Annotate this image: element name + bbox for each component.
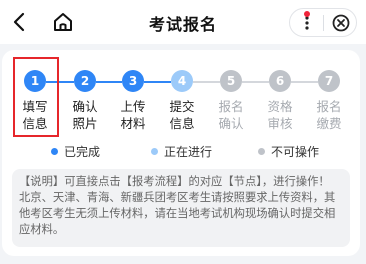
step-label-line1: 上传 bbox=[120, 99, 146, 114]
step-2[interactable]: 2 确认照片 bbox=[63, 70, 107, 132]
step-label: 资格 审核 bbox=[258, 98, 302, 132]
legend-completed: 已完成 bbox=[51, 143, 100, 160]
step-label: 上传 材料 bbox=[111, 98, 155, 132]
close-circle-icon[interactable] bbox=[331, 13, 351, 33]
step-label-line2: 信息 bbox=[169, 116, 195, 131]
step-label-line1: 提交 bbox=[169, 99, 195, 114]
legend-completed-dot bbox=[51, 148, 58, 155]
instructions-note: 【说明】可直接点击【报考流程】的对应【节点】，进行操作！ 北京、天津、青海、新疆… bbox=[12, 169, 350, 247]
step-number-circle: 7 bbox=[318, 70, 340, 92]
step-label: 确认 照片 bbox=[63, 98, 107, 132]
step-label-line1: 报名 bbox=[316, 99, 342, 114]
current-step-highlight bbox=[13, 57, 59, 137]
step-number-circle: 6 bbox=[269, 70, 291, 92]
legend-completed-label: 已完成 bbox=[64, 145, 101, 159]
step-label-line1: 确认 bbox=[72, 99, 98, 114]
step-label-line2: 审核 bbox=[267, 116, 293, 131]
legend-in-progress-dot bbox=[151, 148, 158, 155]
step-number-circle: 4 bbox=[171, 70, 193, 92]
legend-in-progress-label: 正在进行 bbox=[164, 145, 213, 159]
step-label-line2: 缴费 bbox=[316, 116, 342, 131]
step-number-circle: 5 bbox=[220, 70, 242, 92]
step-label-line1: 资格 bbox=[267, 99, 293, 114]
step-label-line2: 确认 bbox=[218, 116, 244, 131]
step-3[interactable]: 3 上传材料 bbox=[111, 70, 155, 132]
step-label-line1: 报名 bbox=[218, 99, 244, 114]
step-label: 提交 信息 bbox=[160, 98, 204, 132]
step-6: 6 资格审核 bbox=[258, 70, 302, 132]
status-legend: 已完成 正在进行 不可操作 bbox=[2, 143, 360, 161]
step-7: 7 报名缴费 bbox=[307, 70, 351, 132]
top-bar: 考试报名 bbox=[0, 0, 366, 44]
step-5: 5 报名确认 bbox=[209, 70, 253, 132]
mini-program-capsule bbox=[289, 8, 357, 37]
registration-card: 1 填写 信息 2 确认 照片 3 上传 材料 4 提交 信息 5 报名 确认 6 资格 审核 7 报名 缴费 已完成 … bbox=[2, 50, 360, 256]
notification-dot bbox=[304, 11, 310, 17]
step-label-line2: 照片 bbox=[72, 116, 98, 131]
step-number-circle: 2 bbox=[74, 70, 96, 92]
step-label: 报名 确认 bbox=[209, 98, 253, 132]
capsule-divider bbox=[323, 15, 324, 31]
step-4[interactable]: 4 提交信息 bbox=[160, 70, 204, 132]
step-label-line2: 材料 bbox=[120, 116, 146, 131]
legend-disabled: 不可操作 bbox=[258, 143, 319, 160]
step-label: 报名 缴费 bbox=[307, 98, 351, 132]
legend-disabled-dot bbox=[258, 148, 265, 155]
legend-disabled-label: 不可操作 bbox=[271, 145, 320, 159]
step-number-circle: 3 bbox=[122, 70, 144, 92]
legend-in-progress: 正在进行 bbox=[151, 143, 212, 160]
